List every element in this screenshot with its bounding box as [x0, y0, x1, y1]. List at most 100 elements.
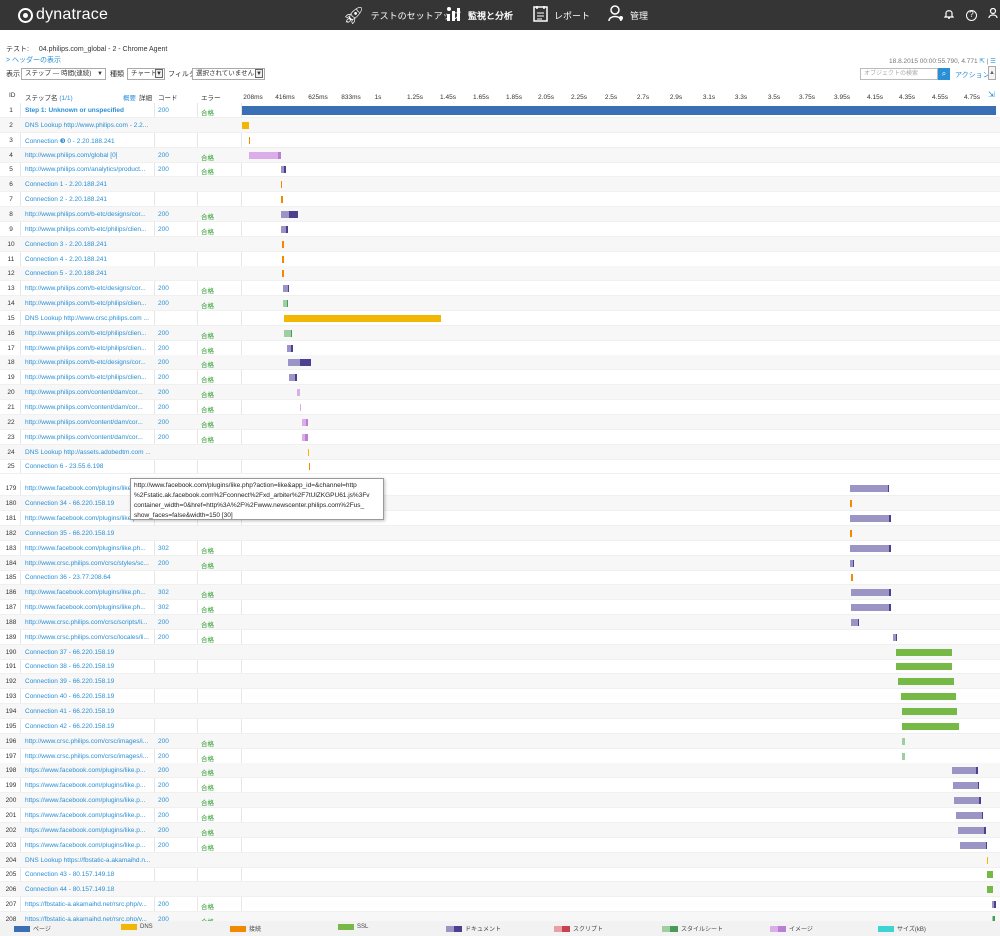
summary-link[interactable]: 概要	[123, 92, 136, 102]
table-row[interactable]: 183 http://www.facebook.com/plugins/like.…	[0, 541, 1000, 556]
row-name-link[interactable]: http://www.philips.com/b-etc/designs/cor…	[25, 285, 153, 292]
table-row[interactable]: 182 Connection 35 - 66.220.158.19	[0, 525, 1000, 541]
table-row[interactable]: 195 Connection 42 - 66.220.158.19	[0, 719, 1000, 734]
nav-monitor-analyze[interactable]: 監視と分析	[446, 0, 513, 30]
row-name-link[interactable]: http://www.philips.com/b-etc/philips/cli…	[25, 226, 153, 233]
timing-bar-document-dark[interactable]	[291, 344, 293, 352]
table-row[interactable]: 8 http://www.philips.com/b-etc/designs/co…	[0, 206, 1000, 222]
row-name-link[interactable]: http://www.philips.com/analytics/product…	[25, 166, 153, 173]
table-row[interactable]: 5 http://www.philips.com/analytics/produc…	[0, 162, 1000, 178]
row-name-link[interactable]: DNS Lookup http://assets.adobedtm.com ..…	[25, 449, 153, 456]
row-name-link[interactable]: http://www.philips.com/b-etc/designs/cor…	[25, 359, 153, 366]
table-row[interactable]: 207 https://fbstatic-a.akamaihd.net/rsrc.…	[0, 897, 1000, 913]
row-name-link[interactable]: Connection 41 - 66.220.158.19	[25, 708, 153, 715]
row-name-link[interactable]: Connection 2 - 2.20.188.241	[25, 196, 153, 203]
row-name-link[interactable]: Connection 1 - 2.20.188.241	[25, 181, 153, 188]
row-name-link[interactable]: http://www.crsc.philips.com/crsc/scripts…	[25, 619, 153, 626]
table-row[interactable]: 187 http://www.facebook.com/plugins/like.…	[0, 600, 1000, 616]
timing-bar-document[interactable]	[850, 514, 890, 522]
timing-bar-document-dark[interactable]	[852, 559, 855, 567]
timing-bar-document-dark[interactable]	[985, 841, 988, 849]
timing-bar-document-dark[interactable]	[289, 210, 299, 218]
table-row[interactable]: 13 http://www.philips.com/b-etc/designs/c…	[0, 281, 1000, 297]
timing-bar-connect[interactable]	[850, 500, 852, 508]
timing-bar-image[interactable]	[296, 389, 300, 397]
timing-bar-ssl[interactable]	[898, 678, 955, 686]
help-icon[interactable]: ?	[966, 10, 977, 21]
table-row[interactable]: 17 http://www.philips.com/b-etc/philips/c…	[0, 341, 1000, 356]
row-name-link[interactable]: http://www.philips.com/b-etc/philips/cli…	[25, 345, 153, 352]
timing-bar-dns[interactable]	[307, 448, 310, 456]
table-row[interactable]: 19 http://www.philips.com/b-etc/philips/c…	[0, 370, 1000, 386]
timing-bar-document-dark[interactable]	[857, 618, 860, 626]
timing-bar-page[interactable]	[242, 106, 996, 115]
timing-bar-image-dark[interactable]	[305, 433, 308, 441]
table-row[interactable]: 205 Connection 43 - 80.157.149.18	[0, 867, 1000, 883]
timing-bar-document[interactable]	[954, 797, 980, 805]
table-row[interactable]: 18 http://www.philips.com/b-etc/designs/c…	[0, 355, 1000, 371]
timing-bar-image[interactable]	[249, 151, 279, 159]
table-row[interactable]: 197 http://www.crsc.philips.com/crsc/imag…	[0, 749, 1000, 764]
bell-icon[interactable]	[942, 8, 956, 22]
scroll-button[interactable]: ▲	[988, 66, 996, 80]
timing-bar-image-dark[interactable]	[306, 418, 308, 426]
timing-bar-image-dark[interactable]	[278, 151, 281, 159]
row-name-link[interactable]: Connection 36 - 23.77.208.64	[25, 574, 153, 581]
search-icon[interactable]: ⌕	[938, 68, 950, 80]
timing-bar-stylesheet[interactable]	[902, 752, 905, 760]
table-row[interactable]: 186 http://www.facebook.com/plugins/like.…	[0, 585, 1000, 601]
row-name-link[interactable]: Connection 6 - 23.55.6.198	[25, 463, 153, 470]
table-row[interactable]: 204 DNS Lookup https://fbstatic-a.akamaih…	[0, 852, 1000, 868]
table-row[interactable]: 184 http://www.crsc.philips.com/crsc/styl…	[0, 555, 1000, 571]
row-name-link[interactable]: http://www.philips.com/content/dam/cor..…	[25, 434, 153, 441]
timing-bar-document[interactable]	[281, 210, 290, 218]
table-row[interactable]: 20 http://www.philips.com/content/dam/cor…	[0, 385, 1000, 401]
row-name-link[interactable]: Connection 3 - 2.20.188.241	[25, 241, 153, 248]
timing-bar-ssl[interactable]	[900, 693, 956, 701]
table-row[interactable]: 189 http://www.crsc.philips.com/crsc/loca…	[0, 630, 1000, 645]
row-name-link[interactable]: Connection 39 - 66.220.158.19	[25, 678, 153, 685]
pin-icon[interactable]: ⇱	[979, 58, 984, 65]
table-row[interactable]: 194 Connection 41 - 66.220.158.19	[0, 704, 1000, 719]
table-row[interactable]: 24 DNS Lookup http://assets.adobedtm.com …	[0, 444, 1000, 460]
timing-bar-document[interactable]	[851, 589, 890, 597]
type-select[interactable]: チャート ▼	[127, 68, 165, 80]
row-name-link[interactable]: http://www.crsc.philips.com/crsc/locales…	[25, 634, 153, 641]
table-row[interactable]: 12 Connection 5 - 2.20.188.241	[0, 266, 1000, 282]
table-row[interactable]: 7 Connection 2 - 2.20.188.241	[0, 192, 1000, 208]
timing-bar-document-dark[interactable]	[285, 225, 289, 233]
close-icon[interactable]: ☰	[990, 58, 996, 65]
timing-bar-document[interactable]	[952, 782, 978, 790]
table-row[interactable]: 185 Connection 36 - 23.77.208.64	[0, 570, 1000, 586]
table-row[interactable]: 10 Connection 3 - 2.20.188.241	[0, 236, 1000, 252]
timing-bar-document[interactable]	[851, 604, 890, 612]
table-row[interactable]: 15 DNS Lookup http://www.crsc.philips.com…	[0, 311, 1000, 326]
detail-link[interactable]: 詳細	[139, 92, 152, 102]
table-row[interactable]: 193 Connection 40 - 66.220.158.19	[0, 689, 1000, 705]
table-row[interactable]: 203 https://www.facebook.com/plugins/like…	[0, 838, 1000, 853]
row-name-link[interactable]: Connection 40 - 66.220.158.19	[25, 693, 153, 700]
dynatrace-logo[interactable]: dynatrace	[18, 6, 108, 24]
user-icon[interactable]	[986, 7, 1000, 22]
timing-bar-ssl[interactable]	[986, 886, 994, 894]
table-row[interactable]: 199 https://www.facebook.com/plugins/like…	[0, 778, 1000, 794]
row-name-link[interactable]: http://www.philips.com/b-etc/philips/cli…	[25, 300, 153, 307]
table-row[interactable]: 200 https://www.facebook.com/plugins/like…	[0, 793, 1000, 809]
row-name-link[interactable]: http://www.philips.com/b-etc/designs/cor…	[25, 211, 153, 218]
row-name-link[interactable]: Connection 5 - 2.20.188.241	[25, 270, 153, 277]
display-select[interactable]: ステップ ― 時間(連続) ▼	[21, 68, 106, 80]
timing-bar-connect[interactable]	[282, 240, 284, 248]
timing-bar-connect[interactable]	[282, 255, 284, 263]
timing-bar-connect[interactable]	[850, 529, 852, 537]
timing-bar-ssl[interactable]	[902, 708, 957, 715]
row-name-link[interactable]: DNS Lookup http://www.crsc.philips.com .…	[25, 315, 153, 322]
timing-bar-ssl[interactable]	[895, 663, 952, 671]
timing-bar-ssl[interactable]	[986, 871, 994, 879]
timing-bar-document-dark[interactable]	[284, 166, 286, 174]
row-name-link[interactable]: https://fbstatic-a.akamaihd.net/rsrc.php…	[25, 901, 153, 908]
table-row[interactable]: 206 Connection 44 - 80.157.149.18	[0, 882, 1000, 898]
col-step-name[interactable]: ステップ名 (1/1)	[25, 92, 73, 102]
table-row[interactable]: 201 https://www.facebook.com/plugins/like…	[0, 808, 1000, 823]
row-name-link[interactable]: Connection 35 - 66.220.158.19	[25, 530, 153, 537]
table-row[interactable]: 16 http://www.philips.com/b-etc/philips/c…	[0, 325, 1000, 341]
